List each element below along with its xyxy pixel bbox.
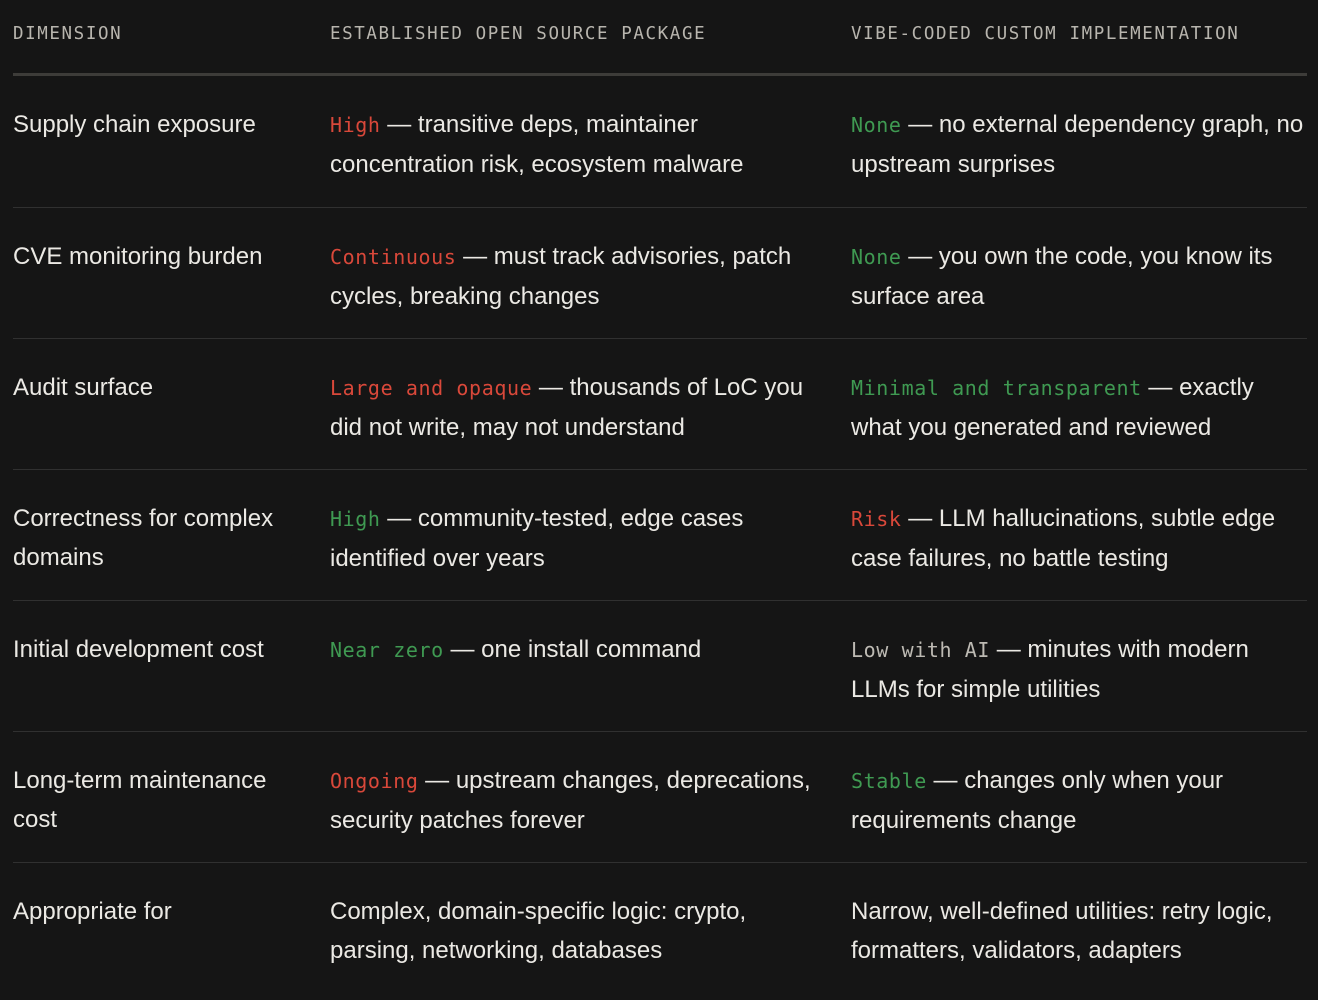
package-rating: High <box>330 113 381 137</box>
table-row: Initial development cost Near zero — one… <box>13 601 1307 732</box>
package-cell: Large and opaque — thousands of LoC you … <box>330 368 851 469</box>
header-package: ESTABLISHED OPEN SOURCE PACKAGE <box>330 23 707 44</box>
package-text: Complex, domain-specific logic: crypto, … <box>330 898 747 964</box>
package-rating: Continuous <box>330 245 457 269</box>
custom-cell: None — no external dependency graph, no … <box>851 105 1307 207</box>
table-header: DIMENSION ESTABLISHED OPEN SOURCE PACKAG… <box>13 0 1307 76</box>
package-text: — transitive deps, maintainer concentrat… <box>330 111 744 178</box>
table-row: Correctness for complex domains High — c… <box>13 470 1307 601</box>
custom-cell: Minimal and transparent — exactly what y… <box>851 368 1307 469</box>
custom-rating: Low with AI <box>851 638 991 662</box>
header-custom: VIBE-CODED CUSTOM IMPLEMENTATION <box>851 23 1240 44</box>
dimension-cell: Supply chain exposure <box>13 111 256 138</box>
dimension-cell: Appropriate for <box>13 898 172 925</box>
custom-rating: Stable <box>851 769 927 793</box>
table-row: Appropriate for Complex, domain-specific… <box>13 863 1307 994</box>
dimension-cell: CVE monitoring burden <box>13 243 263 270</box>
custom-rating: Minimal and transparent <box>851 376 1142 400</box>
custom-text: — LLM hallucinations, subtle edge case f… <box>851 505 1276 572</box>
table-row: Long-term maintenance cost Ongoing — ups… <box>13 732 1307 863</box>
package-cell: High — transitive deps, maintainer conce… <box>330 105 851 207</box>
comparison-table: DIMENSION ESTABLISHED OPEN SOURCE PACKAG… <box>13 0 1307 994</box>
dimension-cell: Long-term maintenance cost <box>13 767 267 833</box>
package-cell: Ongoing — upstream changes, deprecations… <box>330 761 851 862</box>
custom-text: — no external dependency graph, no upstr… <box>851 111 1304 178</box>
package-cell: Continuous — must track advisories, patc… <box>330 237 851 338</box>
package-rating: Near zero <box>330 638 444 662</box>
table-row: CVE monitoring burden Continuous — must … <box>13 208 1307 339</box>
package-cell: High — community-tested, edge cases iden… <box>330 499 851 600</box>
package-cell: Near zero — one install command <box>330 630 851 731</box>
package-text: — community-tested, edge cases identifie… <box>330 505 744 572</box>
table-row: Supply chain exposure High — transitive … <box>13 76 1307 208</box>
package-rating: High <box>330 507 381 531</box>
custom-cell: Risk — LLM hallucinations, subtle edge c… <box>851 499 1307 600</box>
table-row: Audit surface Large and opaque — thousan… <box>13 339 1307 470</box>
custom-text: Narrow, well-defined utilities: retry lo… <box>851 898 1273 964</box>
package-rating: Ongoing <box>330 769 419 793</box>
custom-cell: Low with AI — minutes with modern LLMs f… <box>851 630 1307 731</box>
dimension-cell: Audit surface <box>13 374 154 401</box>
custom-rating: None <box>851 113 902 137</box>
custom-rating: None <box>851 245 902 269</box>
package-text: — one install command <box>443 636 702 663</box>
custom-rating: Risk <box>851 507 902 531</box>
package-rating: Large and opaque <box>330 376 533 400</box>
header-dimension: DIMENSION <box>13 23 123 44</box>
custom-text: — you own the code, you know its surface… <box>851 243 1273 310</box>
custom-cell: Stable — changes only when your requirem… <box>851 761 1307 862</box>
package-cell: Complex, domain-specific logic: crypto, … <box>330 892 851 994</box>
dimension-cell: Initial development cost <box>13 636 264 663</box>
custom-cell: Narrow, well-defined utilities: retry lo… <box>851 892 1307 994</box>
dimension-cell: Correctness for complex domains <box>13 505 274 571</box>
custom-cell: None — you own the code, you know its su… <box>851 237 1307 338</box>
